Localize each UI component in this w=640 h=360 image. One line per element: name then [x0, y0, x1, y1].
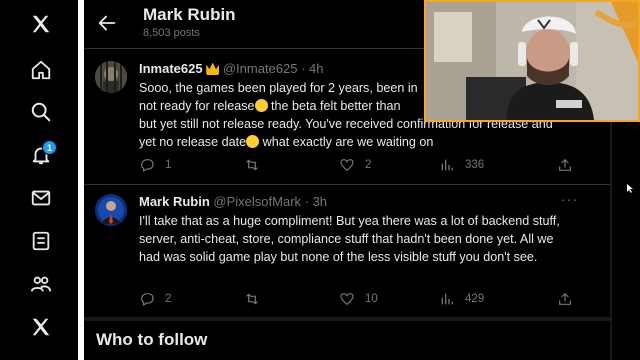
- reply-button[interactable]: 2: [139, 291, 171, 307]
- author-name[interactable]: Inmate625: [139, 61, 203, 76]
- like-button[interactable]: 2: [339, 157, 371, 173]
- share-icon: [559, 158, 571, 171]
- repost-button[interactable]: [244, 291, 270, 307]
- author-handle[interactable]: @PixelsofMark · 3h: [213, 194, 327, 209]
- heart-icon: [340, 159, 354, 172]
- heart-icon: [340, 293, 354, 306]
- reply-icon: [141, 293, 154, 307]
- home-icon[interactable]: [23, 52, 59, 88]
- avatar-inmate625[interactable]: [95, 61, 127, 93]
- repost-icon: [246, 159, 258, 171]
- lists-icon[interactable]: [23, 223, 59, 259]
- notifications-bell-icon[interactable]: 1: [23, 137, 59, 173]
- reply-icon: [141, 159, 154, 173]
- webcam-overlay: [424, 0, 640, 122]
- tweet-author-line: Mark Rubin @PixelsofMark · 3h: [139, 194, 327, 209]
- notification-badge: 1: [42, 140, 57, 155]
- search-icon[interactable]: [23, 94, 59, 130]
- sidebar: 1: [0, 0, 78, 360]
- premium-x-icon[interactable]: [23, 309, 59, 345]
- like-button[interactable]: 10: [339, 291, 378, 307]
- tweet-mark-rubin[interactable]: Mark Rubin @PixelsofMark · 3h ··· I'll t…: [84, 185, 610, 315]
- mouse-cursor-icon: [627, 184, 633, 193]
- share-icon: [559, 292, 571, 305]
- views-button[interactable]: 429: [439, 291, 484, 307]
- repost-icon: [246, 293, 258, 305]
- x-logo-icon[interactable]: [23, 6, 59, 42]
- back-arrow-icon[interactable]: [96, 12, 118, 34]
- tweet-actions: 1 2 336: [139, 157, 579, 177]
- who-to-follow-heading: Who to follow: [96, 330, 208, 349]
- communities-icon[interactable]: [23, 266, 59, 302]
- streamer-webcam-image: [426, 2, 638, 120]
- avatar-mark-rubin[interactable]: [95, 194, 127, 226]
- views-button[interactable]: 336: [439, 157, 484, 173]
- crown-emoji-icon: [206, 62, 220, 75]
- share-button[interactable]: [557, 291, 573, 307]
- section-divider: [84, 317, 610, 321]
- tweet-text: I'll take that as a huge compliment! But…: [139, 214, 560, 264]
- repost-button[interactable]: [244, 157, 270, 173]
- tweet-actions: 2 10 429: [139, 291, 579, 311]
- post-count: 8,503 posts: [143, 27, 200, 39]
- share-button[interactable]: [557, 157, 573, 173]
- messages-icon[interactable]: [23, 180, 59, 216]
- unamused-emoji-icon: [246, 135, 260, 148]
- thinking-emoji-icon: [254, 99, 268, 112]
- tweet-line: yet no release date what exactly are we …: [139, 135, 434, 149]
- tweet-author-line: Inmate625 @Inmate625 · 4h: [139, 61, 324, 76]
- views-chart-icon: [441, 159, 453, 171]
- reply-button[interactable]: 1: [139, 157, 171, 173]
- page-title: Mark Rubin: [143, 5, 236, 24]
- author-name[interactable]: Mark Rubin: [139, 194, 210, 209]
- author-handle[interactable]: @Inmate625 · 4h: [223, 61, 324, 76]
- more-options-icon[interactable]: ···: [561, 191, 578, 207]
- views-chart-icon: [441, 293, 453, 305]
